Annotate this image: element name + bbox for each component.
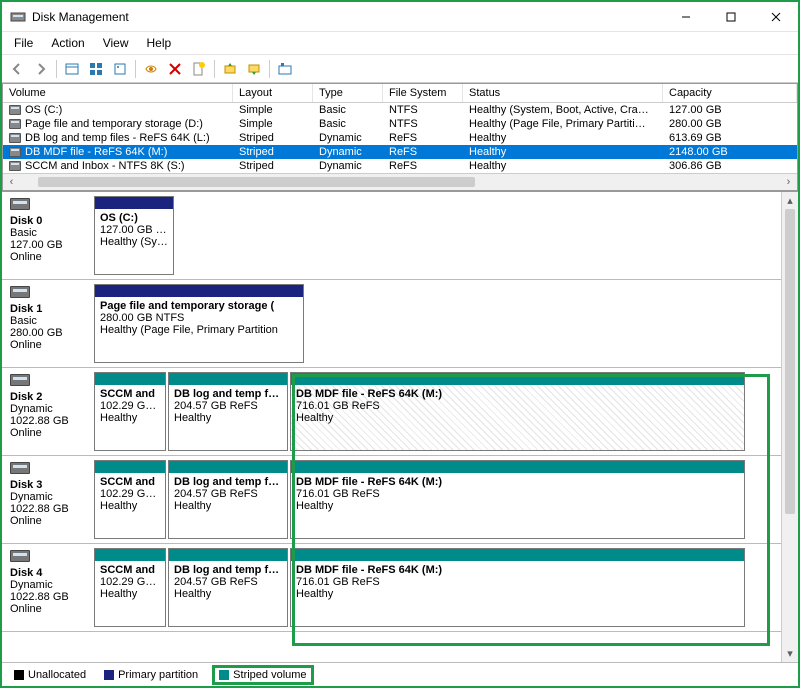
legend-striped-volume: Striped volume bbox=[212, 665, 313, 685]
partition[interactable]: SCCM and102.29 GB NHealthy bbox=[94, 372, 166, 451]
partition[interactable]: SCCM and102.29 GB NHealthy bbox=[94, 460, 166, 539]
volume-h-scrollbar[interactable]: ‹› bbox=[3, 173, 797, 190]
new-button[interactable] bbox=[188, 58, 210, 80]
disk-row: Disk 2Dynamic1022.88 GBOnlineSCCM and102… bbox=[2, 368, 781, 456]
disk-row: Disk 3Dynamic1022.88 GBOnlineSCCM and102… bbox=[2, 456, 781, 544]
window-title: Disk Management bbox=[32, 10, 663, 24]
legend: Unallocated Primary partition Striped vo… bbox=[2, 662, 798, 686]
titlebar: Disk Management bbox=[2, 2, 798, 32]
app-icon bbox=[10, 9, 26, 25]
menu-help[interactable]: Help bbox=[139, 34, 180, 52]
col-status[interactable]: Status bbox=[463, 84, 663, 102]
toolbar bbox=[2, 55, 798, 83]
col-type[interactable]: Type bbox=[313, 84, 383, 102]
help-button[interactable] bbox=[109, 58, 131, 80]
menu-view[interactable]: View bbox=[95, 34, 137, 52]
settings-button[interactable] bbox=[274, 58, 296, 80]
col-volume[interactable]: Volume bbox=[3, 84, 233, 102]
disk-label[interactable]: Disk 3Dynamic1022.88 GBOnline bbox=[6, 460, 94, 539]
close-button[interactable] bbox=[753, 2, 798, 32]
volume-table-header: Volume Layout Type File System Status Ca… bbox=[3, 84, 797, 103]
legend-primary-partition: Primary partition bbox=[100, 668, 202, 682]
back-button[interactable] bbox=[6, 58, 28, 80]
volume-row[interactable]: DB MDF file - ReFS 64K (M:)StripedDynami… bbox=[3, 145, 797, 159]
maximize-button[interactable] bbox=[708, 2, 753, 32]
detach-button[interactable] bbox=[243, 58, 265, 80]
volume-row[interactable]: Page file and temporary storage (D:)Simp… bbox=[3, 117, 797, 131]
volume-row[interactable]: SCCM and Inbox - NTFS 8K (S:)StripedDyna… bbox=[3, 159, 797, 173]
disk-label[interactable]: Disk 1Basic280.00 GBOnline bbox=[6, 284, 94, 363]
volume-table: Volume Layout Type File System Status Ca… bbox=[2, 83, 798, 191]
disk-v-scrollbar[interactable]: ▴ ▾ bbox=[781, 192, 798, 662]
volume-row[interactable]: DB log and temp files - ReFS 64K (L:)Str… bbox=[3, 131, 797, 145]
partition[interactable]: DB MDF file - ReFS 64K (M:)716.01 GB ReF… bbox=[290, 372, 745, 451]
disk-row: Disk 1Basic280.00 GBOnlinePage file and … bbox=[2, 280, 781, 368]
partition[interactable]: DB MDF file - ReFS 64K (M:)716.01 GB ReF… bbox=[290, 548, 745, 627]
menubar: File Action View Help bbox=[2, 32, 798, 55]
volume-row[interactable]: OS (C:)SimpleBasicNTFSHealthy (System, B… bbox=[3, 103, 797, 117]
action-button[interactable] bbox=[140, 58, 162, 80]
disk-row: Disk 4Dynamic1022.88 GBOnlineSCCM and102… bbox=[2, 544, 781, 632]
partition[interactable]: DB log and temp files -204.57 GB ReFSHea… bbox=[168, 372, 288, 451]
partition[interactable]: Page file and temporary storage (280.00 … bbox=[94, 284, 304, 363]
disk-label[interactable]: Disk 4Dynamic1022.88 GBOnline bbox=[6, 548, 94, 627]
minimize-button[interactable] bbox=[663, 2, 708, 32]
legend-unallocated: Unallocated bbox=[10, 668, 90, 682]
col-capacity[interactable]: Capacity bbox=[663, 84, 797, 102]
partition[interactable]: DB log and temp files -204.57 GB ReFSHea… bbox=[168, 548, 288, 627]
disk-label[interactable]: Disk 0Basic127.00 GBOnline bbox=[6, 196, 94, 275]
forward-button[interactable] bbox=[30, 58, 52, 80]
disk-row: Disk 0Basic127.00 GBOnlineOS (C:)127.00 … bbox=[2, 192, 781, 280]
disk-pane: Disk 0Basic127.00 GBOnlineOS (C:)127.00 … bbox=[2, 191, 798, 662]
disk-label[interactable]: Disk 2Dynamic1022.88 GBOnline bbox=[6, 372, 94, 451]
partition[interactable]: DB MDF file - ReFS 64K (M:)716.01 GB ReF… bbox=[290, 460, 745, 539]
partition[interactable]: DB log and temp files -204.57 GB ReFSHea… bbox=[168, 460, 288, 539]
attach-button[interactable] bbox=[219, 58, 241, 80]
partition[interactable]: SCCM and102.29 GB NHealthy bbox=[94, 548, 166, 627]
properties-button[interactable] bbox=[85, 58, 107, 80]
menu-action[interactable]: Action bbox=[43, 34, 92, 52]
delete-button[interactable] bbox=[164, 58, 186, 80]
partition[interactable]: OS (C:)127.00 GB NTFHealthy (Syster bbox=[94, 196, 174, 275]
menu-file[interactable]: File bbox=[6, 34, 41, 52]
col-filesystem[interactable]: File System bbox=[383, 84, 463, 102]
refresh-button[interactable] bbox=[61, 58, 83, 80]
col-layout[interactable]: Layout bbox=[233, 84, 313, 102]
